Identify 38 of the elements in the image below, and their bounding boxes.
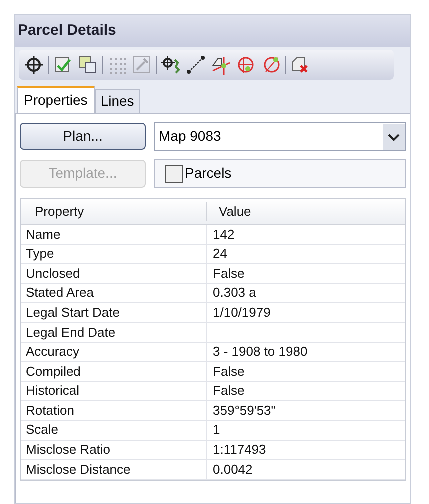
crosshair-shape-icon[interactable] [160, 54, 182, 76]
property-cell: Scale [21, 420, 207, 440]
value-cell-text: 1 [212, 421, 220, 440]
property-cell: Stated Area [21, 284, 207, 302]
value-cell-text: False [212, 362, 245, 381]
property-cell: Accuracy [21, 342, 207, 362]
value-cell-text: 24 [212, 245, 228, 264]
value-cell-text: 142 [212, 226, 235, 244]
tab[interactable]: Lines [94, 89, 140, 113]
property-cell: Misclose Ratio [21, 440, 207, 460]
property-cell: Legal Start Date [21, 303, 207, 322]
property-cell: Unclosed [21, 264, 207, 283]
property-cell: Type [21, 244, 207, 264]
tab[interactable]: Properties [17, 86, 95, 113]
line-segment-icon[interactable] [185, 54, 207, 76]
value-cell-text: 1:117493 [212, 441, 266, 460]
property-cell: Historical [21, 382, 207, 400]
value-cell-text: 1/10/1979 [212, 304, 271, 322]
value-cell-text: False [212, 382, 245, 400]
property-cell: Compiled [21, 362, 207, 381]
value-cell-text: False [212, 264, 245, 283]
sheets-icon[interactable] [77, 54, 99, 76]
value-cell-text: 0.303 a [212, 284, 256, 302]
parcels-checkbox[interactable]: Parcels [154, 159, 406, 188]
window-title: Parcel Details [18, 22, 116, 39]
value-cell-text: 0.0042 [212, 460, 253, 479]
property-cell: Name [21, 225, 207, 244]
property-cell: Rotation [21, 401, 207, 420]
property-cell: Misclose Distance [21, 460, 207, 479]
crosshair-icon[interactable] [23, 54, 45, 76]
value-cell-text: 359°59'53" [212, 402, 276, 420]
column-header[interactable]: Property [21, 202, 207, 222]
column-header[interactable]: Value [207, 202, 252, 222]
intersection-icon[interactable] [210, 54, 232, 76]
plan-dropdown[interactable]: Map 9083 [154, 122, 406, 151]
plan-button[interactable]: Plan... [20, 123, 146, 150]
value-cell-text: 3 - 1908 to 1980 [212, 343, 308, 362]
property-cell: Legal End Date [21, 322, 207, 342]
